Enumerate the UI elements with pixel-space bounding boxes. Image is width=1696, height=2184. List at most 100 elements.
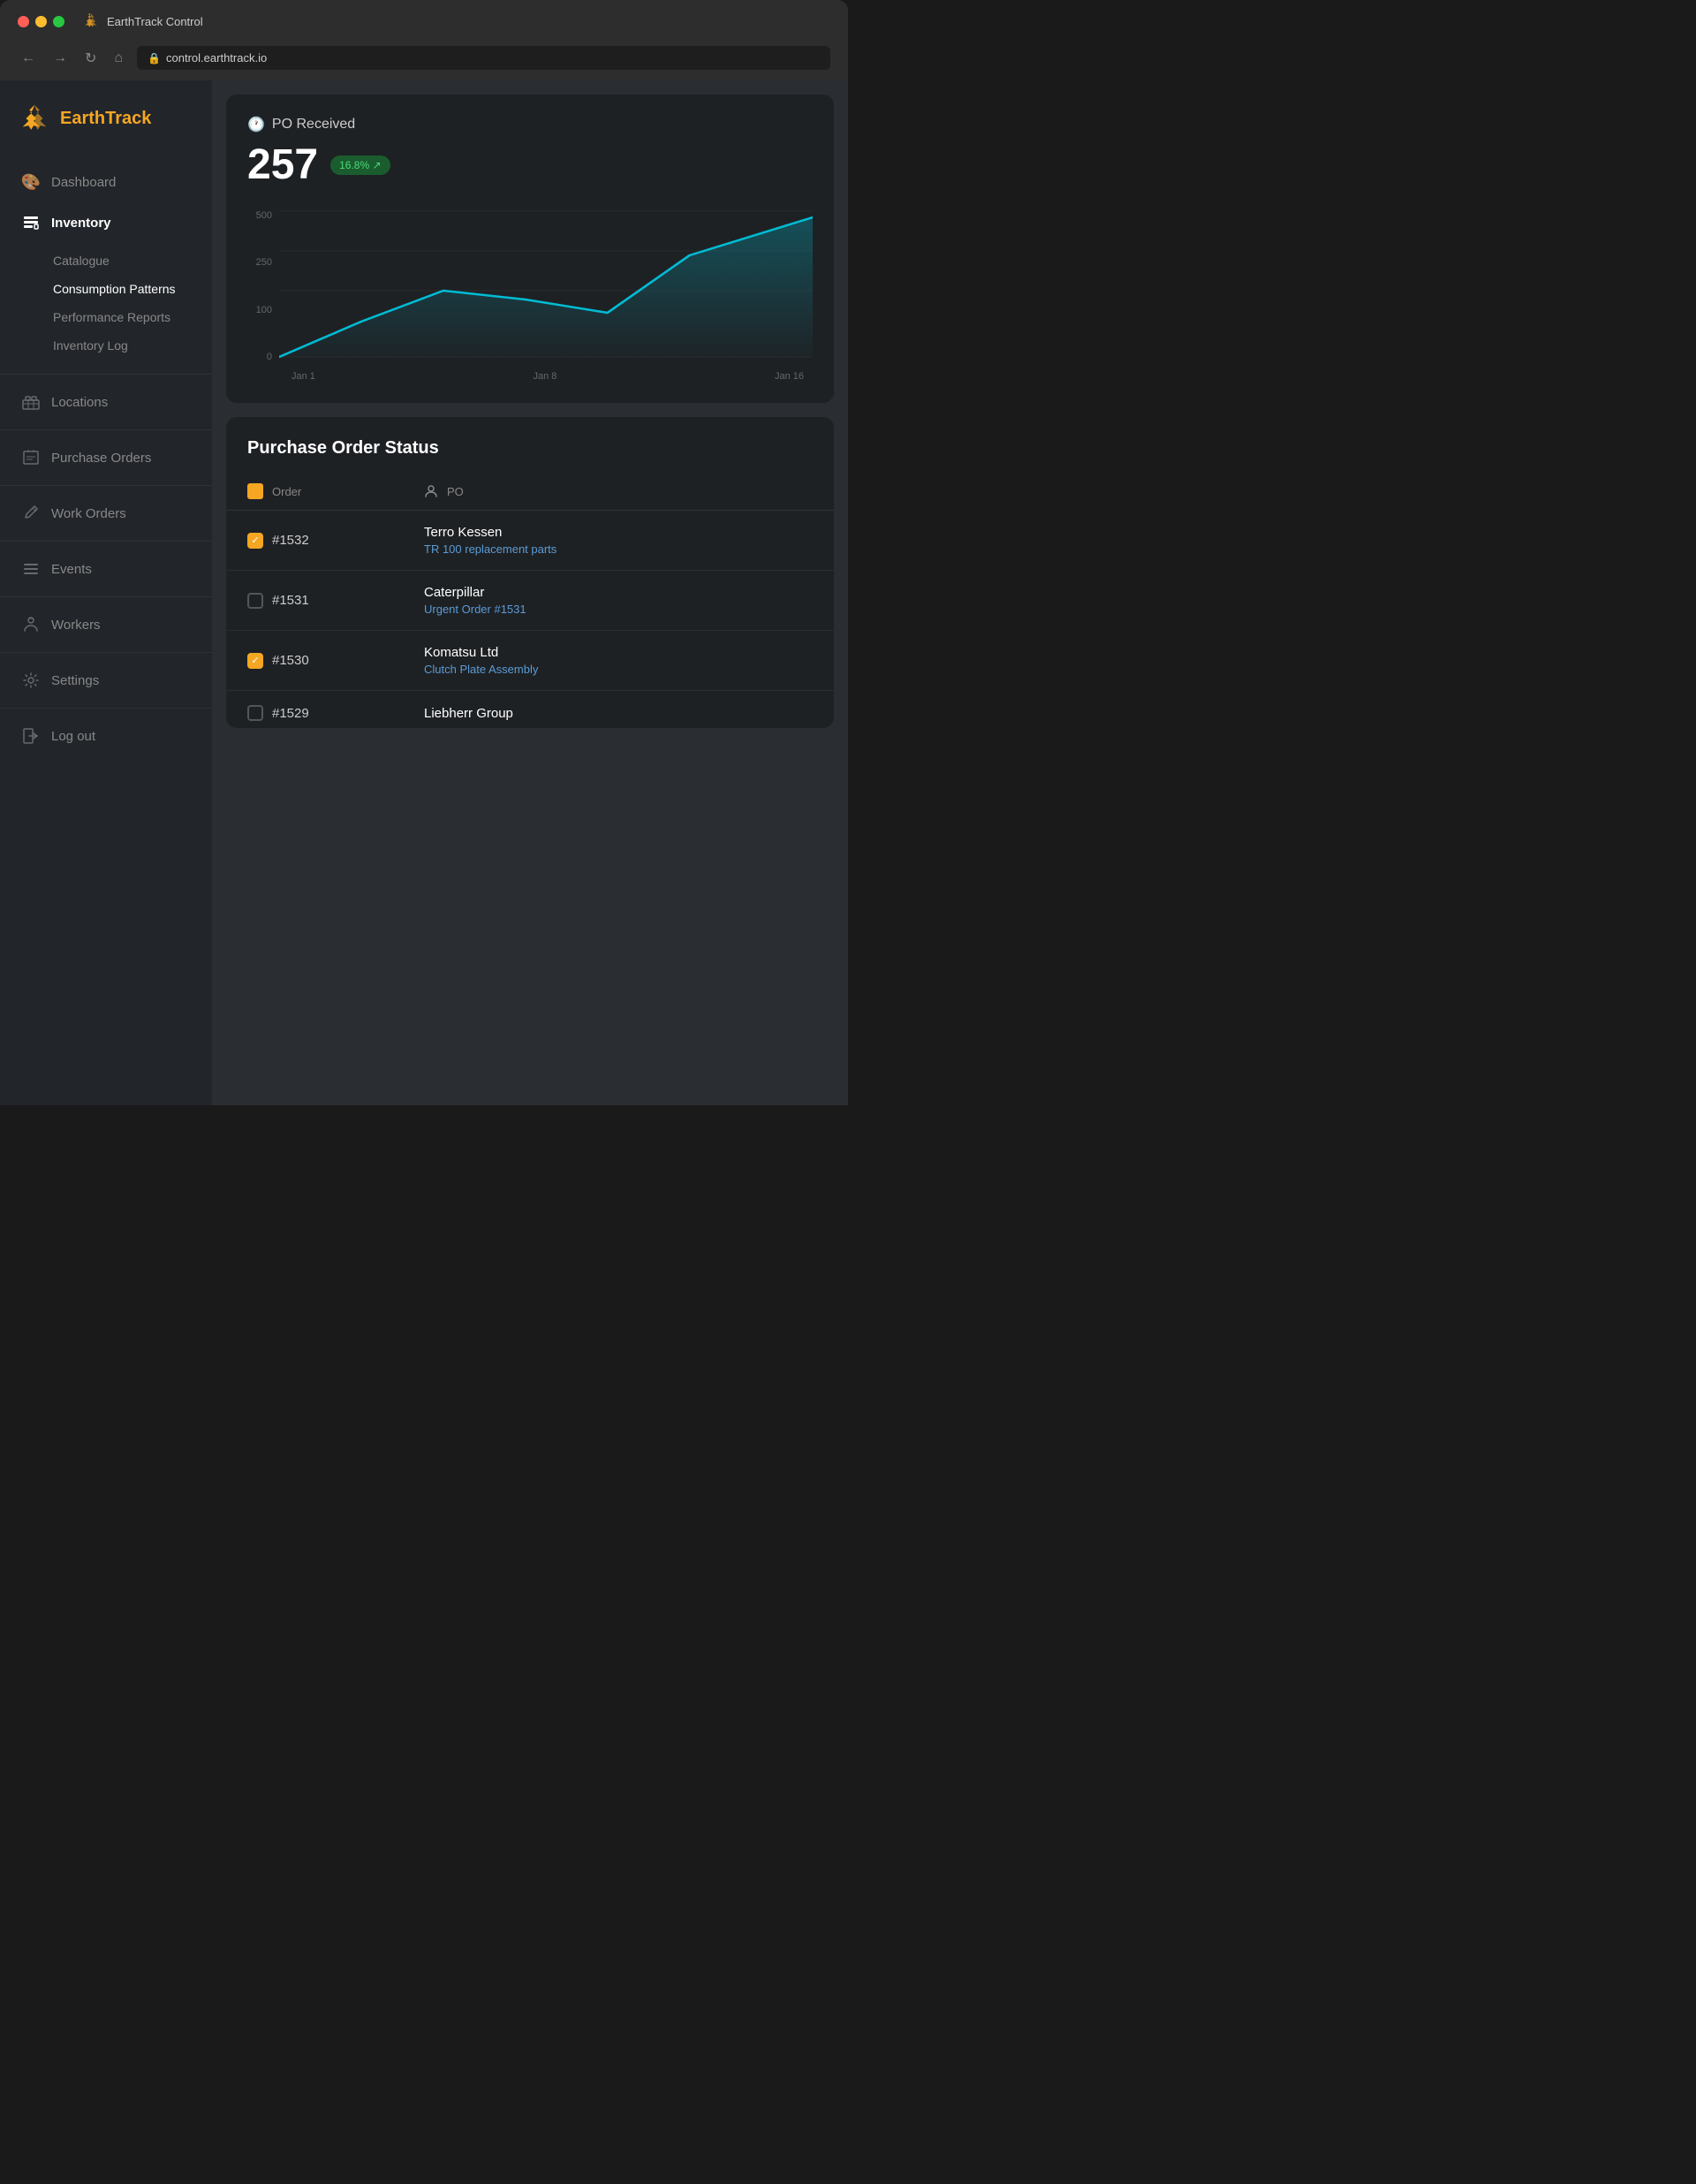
- po-received-badge: 16.8% ↗: [330, 155, 390, 175]
- nav-bar: ← → ↻ ⌂ 🔒 control.earthtrack.io: [0, 39, 848, 80]
- table-row: ✓ #1532 Terro Kessen TR 100 replacement …: [226, 511, 834, 571]
- sidebar-item-locations[interactable]: Locations: [0, 382, 212, 422]
- company-1530: Komatsu Ltd: [424, 645, 813, 660]
- sidebar-item-label-workers: Workers: [51, 618, 101, 633]
- order-cell-1530: ✓ #1530: [247, 653, 424, 669]
- close-button[interactable]: [18, 16, 29, 27]
- logout-icon: [21, 726, 41, 746]
- order-id-1532: #1532: [272, 533, 309, 548]
- sidebar-item-label-inventory: Inventory: [51, 216, 111, 231]
- inventory-icon: [21, 213, 41, 232]
- order-id-1530: #1530: [272, 653, 309, 668]
- workers-icon: [21, 615, 41, 634]
- order-cell-1532: ✓ #1532: [247, 533, 424, 549]
- nav-divider-1: [0, 374, 212, 375]
- po-received-header: 🕐 PO Received: [247, 116, 813, 133]
- sidebar-item-events[interactable]: Events: [0, 549, 212, 589]
- nav-divider-7: [0, 708, 212, 709]
- sidebar-item-logout[interactable]: Log out: [0, 716, 212, 756]
- po-cell-1532: Terro Kessen TR 100 replacement parts: [424, 525, 813, 556]
- sidebar: EarthTrack 🎨 Dashboard: [0, 80, 212, 1105]
- browser-tab-title: EarthTrack Control: [107, 15, 203, 28]
- po-received-title: PO Received: [272, 117, 355, 133]
- nav-divider-4: [0, 541, 212, 542]
- app-container: EarthTrack 🎨 Dashboard: [0, 80, 848, 1105]
- po-chart-svg: [279, 207, 813, 366]
- sidebar-item-purchase-orders[interactable]: Purchase Orders: [0, 437, 212, 478]
- sidebar-item-workers[interactable]: Workers: [0, 604, 212, 645]
- y-label-500: 500: [247, 210, 279, 221]
- table-row: ✓ #1530 Komatsu Ltd Clutch Plate Assembl…: [226, 631, 834, 691]
- sidebar-item-work-orders[interactable]: Work Orders: [0, 493, 212, 534]
- chart-y-labels: 500 250 100 0: [247, 207, 279, 366]
- app-name: EarthTrack: [60, 109, 151, 129]
- address-bar[interactable]: 🔒 control.earthtrack.io: [137, 46, 830, 70]
- earthtrack-logo-icon: [18, 102, 51, 135]
- work-orders-icon: [21, 504, 41, 523]
- order-icon: [247, 483, 263, 499]
- sidebar-item-label-locations: Locations: [51, 395, 108, 410]
- sidebar-item-label-work-orders: Work Orders: [51, 506, 126, 521]
- url-display: control.earthtrack.io: [166, 51, 267, 64]
- po-received-card: 🕐 PO Received 257 16.8% ↗ 500 250: [226, 95, 834, 403]
- nav-divider-3: [0, 485, 212, 486]
- clock-icon: 🕐: [247, 116, 265, 133]
- sidebar-item-label-purchase-orders: Purchase Orders: [51, 451, 151, 466]
- order-id-1529: #1529: [272, 706, 309, 721]
- checkbox-1532[interactable]: ✓: [247, 533, 263, 549]
- chart-with-y-labels: 500 250 100 0: [247, 207, 813, 366]
- sidebar-item-label-settings: Settings: [51, 673, 99, 688]
- sub-nav-consumption-patterns[interactable]: Consumption Patterns: [0, 275, 212, 303]
- pos-table-header: Order PO: [226, 473, 834, 511]
- nav-divider-6: [0, 652, 212, 653]
- x-label-jan16: Jan 16: [775, 371, 804, 382]
- browser-title: EarthTrack Control: [82, 12, 203, 30]
- y-label-250: 250: [247, 257, 279, 268]
- description-1532: TR 100 replacement parts: [424, 542, 813, 556]
- chart-svg-container: [279, 207, 813, 366]
- nav-divider-5: [0, 596, 212, 597]
- description-1531: Urgent Order #1531: [424, 603, 813, 616]
- y-label-0: 0: [247, 352, 279, 362]
- back-button[interactable]: ←: [18, 49, 39, 68]
- app-logo-small: [82, 12, 100, 30]
- maximize-button[interactable]: [53, 16, 64, 27]
- sidebar-nav: 🎨 Dashboard Inventory: [0, 153, 212, 765]
- po-received-value: 257: [247, 140, 318, 189]
- sidebar-item-settings[interactable]: Settings: [0, 660, 212, 701]
- forward-button[interactable]: →: [49, 49, 71, 68]
- x-label-jan1: Jan 1: [292, 371, 315, 382]
- sub-nav-catalogue[interactable]: Catalogue: [0, 246, 212, 275]
- checkbox-1529[interactable]: [247, 705, 263, 721]
- po-cell-1531: Caterpillar Urgent Order #1531: [424, 585, 813, 616]
- reload-button[interactable]: ↻: [81, 48, 100, 69]
- table-row: #1529 Liebherr Group: [226, 691, 834, 728]
- title-bar: EarthTrack Control: [0, 0, 848, 39]
- order-cell-1531: #1531: [247, 593, 424, 609]
- company-1532: Terro Kessen: [424, 525, 813, 540]
- order-id-1531: #1531: [272, 593, 309, 608]
- locations-icon: [21, 392, 41, 412]
- table-row: #1531 Caterpillar Urgent Order #1531: [226, 571, 834, 631]
- pos-title: Purchase Order Status: [247, 438, 813, 459]
- sub-nav-performance-reports[interactable]: Performance Reports: [0, 303, 212, 331]
- sidebar-logo: EarthTrack: [0, 80, 212, 153]
- sidebar-item-inventory[interactable]: Inventory: [0, 202, 212, 243]
- col-header-order: Order: [247, 483, 424, 499]
- sub-nav-inventory-log[interactable]: Inventory Log: [0, 331, 212, 360]
- col-header-po: PO: [424, 483, 813, 499]
- sidebar-item-label-logout: Log out: [51, 729, 95, 744]
- sidebar-item-dashboard[interactable]: 🎨 Dashboard: [0, 162, 212, 202]
- chart-wrapper: 500 250 100 0: [247, 207, 813, 382]
- home-button[interactable]: ⌂: [110, 49, 126, 68]
- traffic-lights: [18, 16, 64, 27]
- checkbox-1531[interactable]: [247, 593, 263, 609]
- events-icon: [21, 559, 41, 579]
- purchase-order-status-card: Purchase Order Status Order PO: [226, 417, 834, 728]
- main-content: 🕐 PO Received 257 16.8% ↗ 500 250: [212, 80, 848, 1105]
- checkbox-1530[interactable]: ✓: [247, 653, 263, 669]
- nav-divider-2: [0, 429, 212, 430]
- chart-x-labels: Jan 1 Jan 8 Jan 16: [283, 371, 813, 382]
- order-cell-1529: #1529: [247, 705, 424, 721]
- minimize-button[interactable]: [35, 16, 47, 27]
